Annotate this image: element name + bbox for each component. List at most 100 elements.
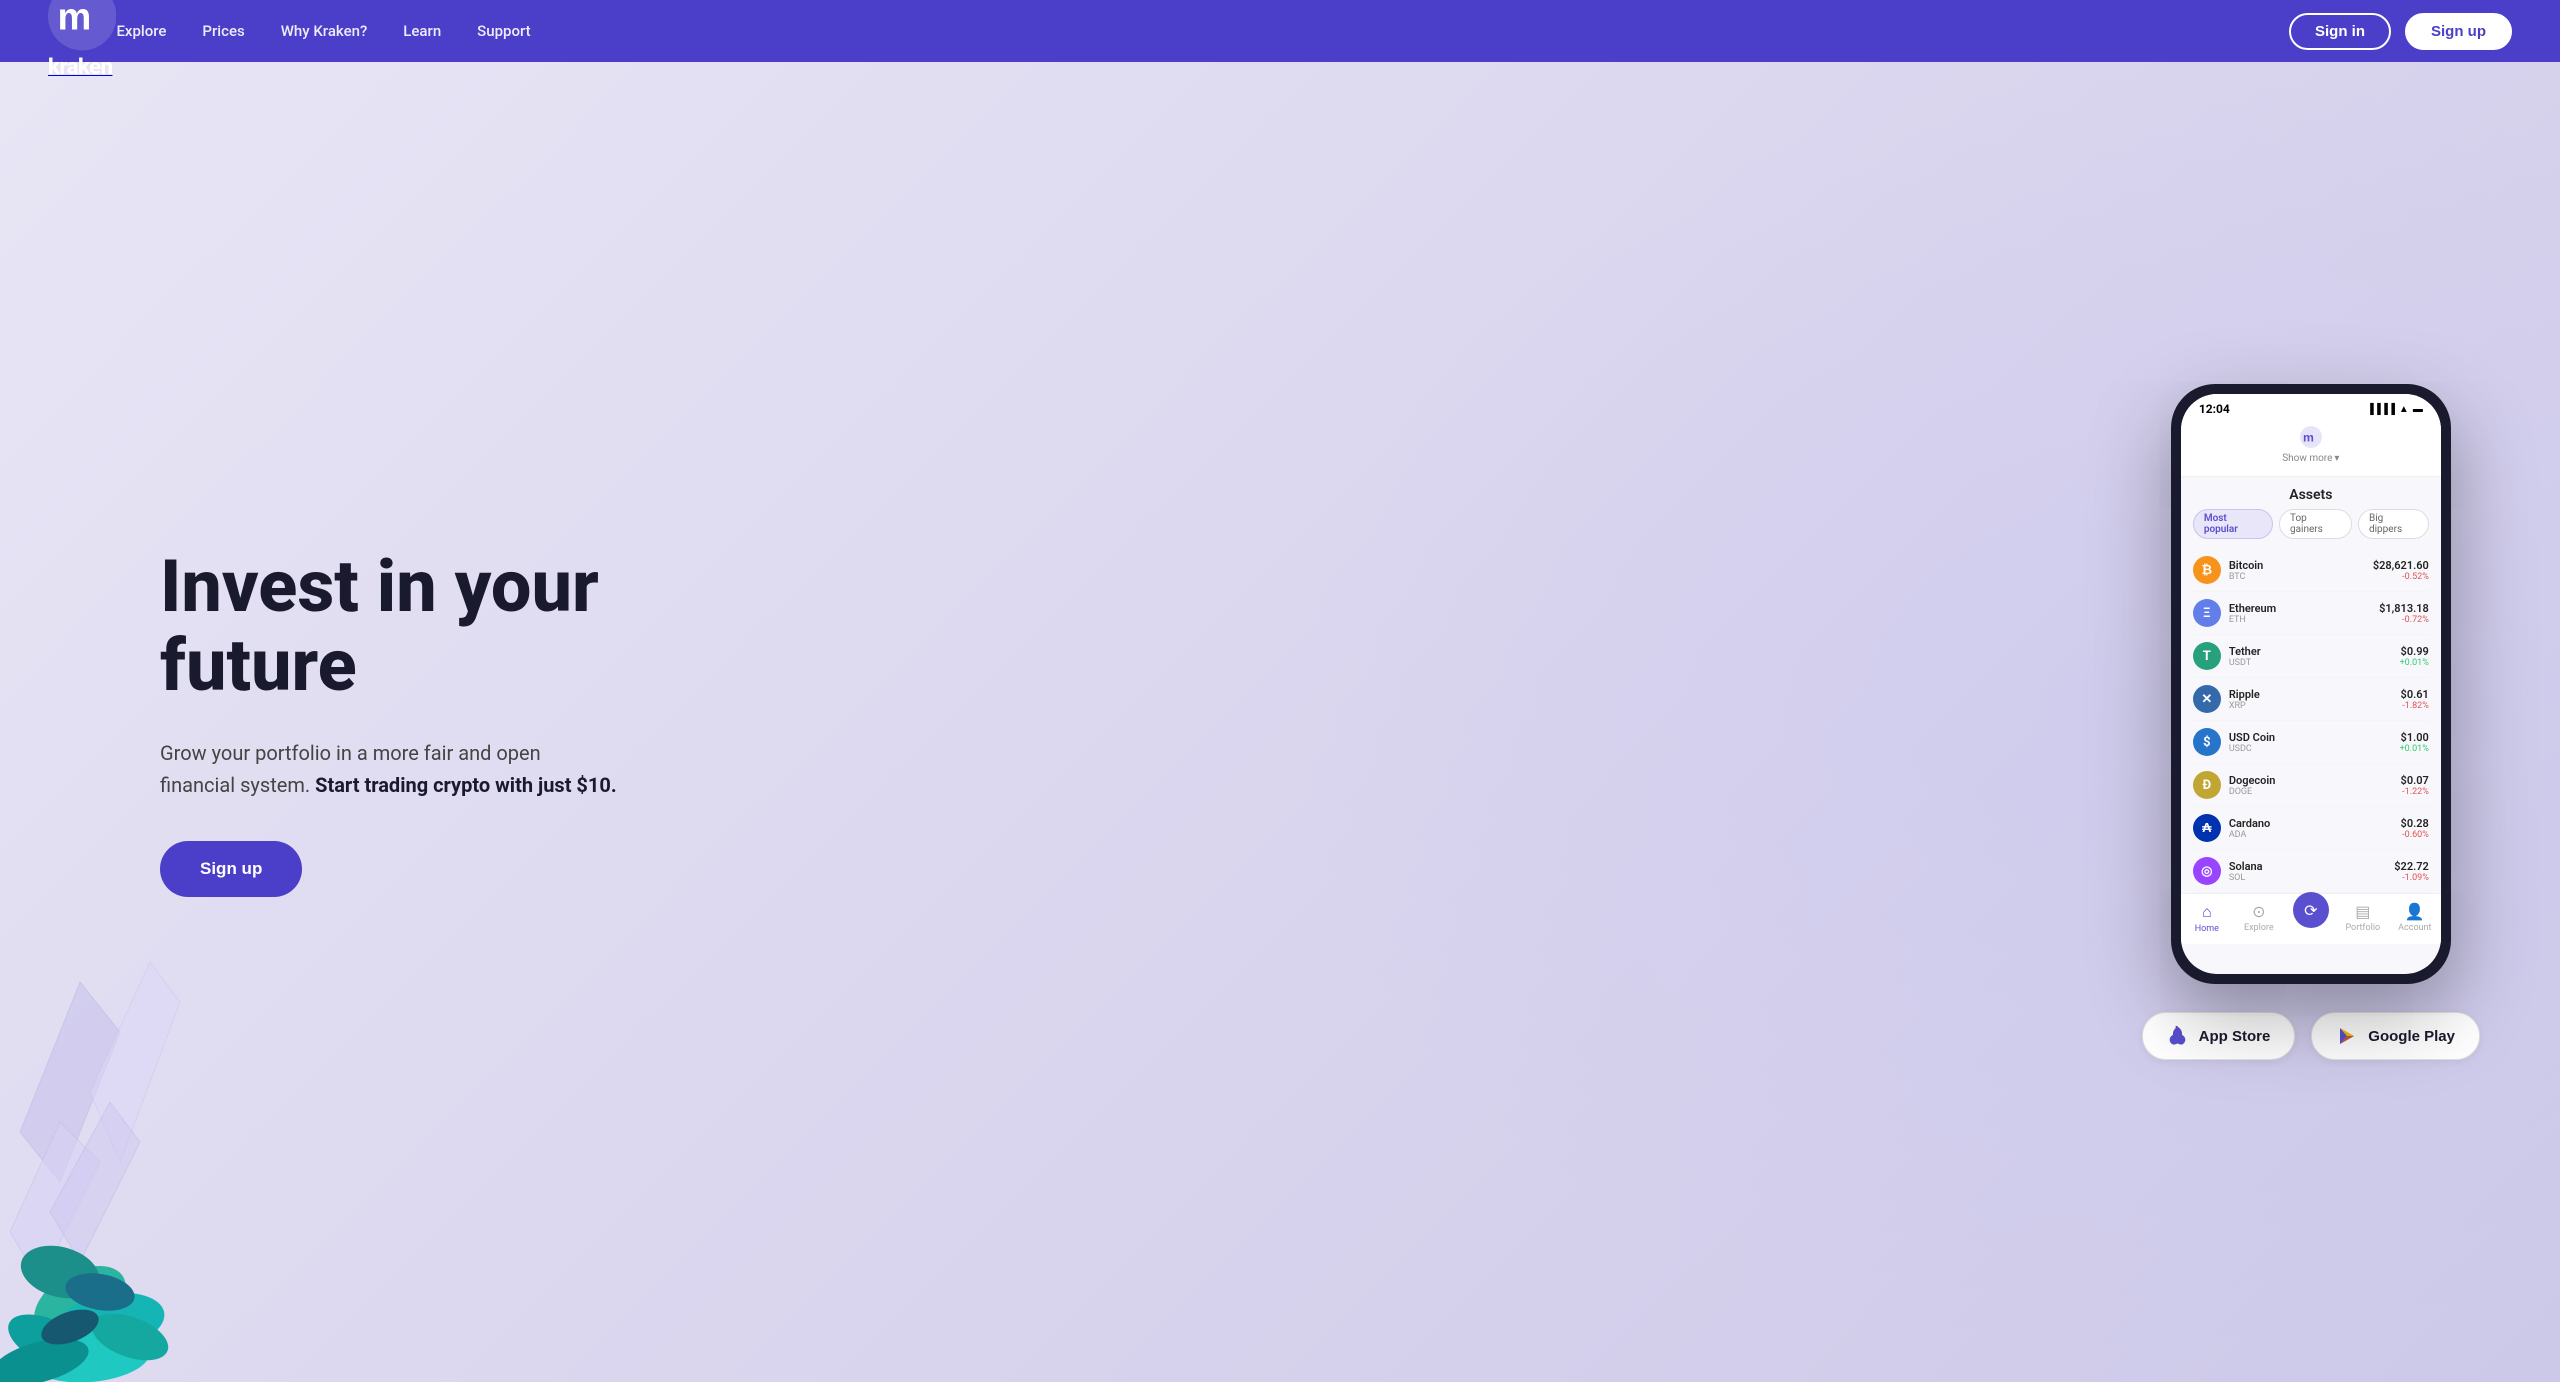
asset-symbol: XRP xyxy=(2229,701,2401,711)
nav-why-kraken[interactable]: Why Kraken? xyxy=(281,22,368,40)
store-buttons: App Store Google Play xyxy=(2142,1012,2480,1060)
asset-icon: T xyxy=(2193,642,2221,670)
hero-content: Invest in your future Grow your portfoli… xyxy=(160,547,740,897)
asset-price: $22.72 -1.09% xyxy=(2394,860,2429,883)
tab-big-dippers[interactable]: Big dippers xyxy=(2358,509,2429,539)
asset-info: Dogecoin DOGE xyxy=(2229,774,2401,797)
phone-mockup: 12:04 ▐▐▐▐ ▲ ▬ m Show more ▾ xyxy=(2171,384,2451,984)
nav-links: Explore Prices Why Kraken? Learn Support xyxy=(116,22,2289,40)
asset-row[interactable]: ₿ Bitcoin BTC $28,621.60 -0.52% xyxy=(2193,549,2429,592)
asset-row[interactable]: ✕ Ripple XRP $0.61 -1.82% xyxy=(2193,678,2429,721)
asset-icon: ₿ xyxy=(2193,556,2221,584)
asset-icon: Ð xyxy=(2193,771,2221,799)
asset-row[interactable]: Ð Dogecoin DOGE $0.07 -1.22% xyxy=(2193,764,2429,807)
signin-button[interactable]: Sign in xyxy=(2289,13,2391,50)
show-more-link[interactable]: Show more ▾ xyxy=(2181,453,2441,464)
asset-row[interactable]: Ξ Ethereum ETH $1,813.18 -0.72% xyxy=(2193,592,2429,635)
asset-name: Cardano xyxy=(2229,817,2401,830)
asset-info: USD Coin USDC xyxy=(2229,731,2400,754)
nav-support[interactable]: Support xyxy=(477,22,530,40)
asset-value: $0.61 xyxy=(2401,688,2429,701)
asset-info: Ripple XRP xyxy=(2229,688,2401,711)
battery-icon: ▬ xyxy=(2413,404,2423,415)
asset-value: $0.28 xyxy=(2401,817,2429,830)
asset-change: +0.01% xyxy=(2400,744,2429,754)
asset-row[interactable]: ◎ Solana SOL $22.72 -1.09% xyxy=(2193,850,2429,893)
tab-top-gainers[interactable]: Top gainers xyxy=(2279,509,2352,539)
asset-price: $0.99 +0.01% xyxy=(2400,645,2429,668)
asset-row[interactable]: ₳ Cardano ADA $0.28 -0.60% xyxy=(2193,807,2429,850)
apple-icon xyxy=(2167,1025,2189,1047)
phone-nav-portfolio-label: Portfolio xyxy=(2345,923,2380,933)
signup-button-hero[interactable]: Sign up xyxy=(160,841,302,897)
phone-nav-home[interactable]: ⌂ Home xyxy=(2182,902,2232,934)
chevron-down-icon: ▾ xyxy=(2334,453,2339,464)
asset-row[interactable]: $ USD Coin USDC $1.00 +0.01% xyxy=(2193,721,2429,764)
phone-nav-explore[interactable]: ⊙ Explore xyxy=(2234,902,2284,934)
home-icon: ⌂ xyxy=(2202,902,2212,922)
phone-time: 12:04 xyxy=(2199,402,2230,416)
phone-nav-account-label: Account xyxy=(2398,923,2431,933)
phone-nav-home-label: Home xyxy=(2195,924,2219,934)
svg-text:m: m xyxy=(2303,430,2314,444)
logo[interactable]: m kraken xyxy=(48,0,116,80)
explore-icon: ⊙ xyxy=(2252,902,2265,921)
tab-most-popular[interactable]: Most popular xyxy=(2193,509,2273,539)
assets-title: Assets xyxy=(2181,477,2441,509)
phone-nav-portfolio[interactable]: ▤ Portfolio xyxy=(2338,902,2388,934)
asset-symbol: USDT xyxy=(2229,658,2400,668)
phone-logo: m xyxy=(2181,426,2441,453)
wifi-icon: ▲ xyxy=(2399,404,2409,415)
asset-price: $0.61 -1.82% xyxy=(2401,688,2429,711)
trade-center-button[interactable]: ⟳ xyxy=(2293,892,2329,928)
asset-icon: ✕ xyxy=(2193,685,2221,713)
asset-change: -1.09% xyxy=(2394,873,2429,883)
asset-name: Tether xyxy=(2229,645,2400,658)
asset-name: USD Coin xyxy=(2229,731,2400,744)
hero-section: Invest in your future Grow your portfoli… xyxy=(0,62,2560,1382)
asset-info: Solana SOL xyxy=(2229,860,2394,883)
signal-icon: ▐▐▐▐ xyxy=(2367,404,2395,415)
asset-value: $22.72 xyxy=(2394,860,2429,873)
nav-explore[interactable]: Explore xyxy=(116,22,166,40)
asset-name: Dogecoin xyxy=(2229,774,2401,787)
asset-icon: Ξ xyxy=(2193,599,2221,627)
nav-prices[interactable]: Prices xyxy=(202,22,244,40)
phone-nav-account[interactable]: 👤 Account xyxy=(2390,902,2440,934)
google-play-button[interactable]: Google Play xyxy=(2311,1012,2480,1060)
asset-value: $1,813.18 xyxy=(2379,602,2429,615)
play-icon xyxy=(2336,1025,2358,1047)
phone-screen: 12:04 ▐▐▐▐ ▲ ▬ m Show more ▾ xyxy=(2181,394,2441,974)
navigation: m kraken Explore Prices Why Kraken? Lear… xyxy=(0,0,2560,62)
hero-description: Grow your portfolio in a more fair and o… xyxy=(160,737,620,801)
asset-change: +0.01% xyxy=(2400,658,2429,668)
logo-text: kraken xyxy=(48,55,112,80)
svg-text:m: m xyxy=(58,0,92,39)
account-icon: 👤 xyxy=(2405,902,2425,921)
asset-change: -1.22% xyxy=(2401,787,2429,797)
asset-name: Ethereum xyxy=(2229,602,2379,615)
asset-info: Ethereum ETH xyxy=(2229,602,2379,625)
asset-row[interactable]: T Tether USDT $0.99 +0.01% xyxy=(2193,635,2429,678)
asset-price: $1.00 +0.01% xyxy=(2400,731,2429,754)
phone-nav-explore-label: Explore xyxy=(2244,923,2274,933)
asset-icon: ◎ xyxy=(2193,857,2221,885)
app-store-button[interactable]: App Store xyxy=(2142,1012,2296,1060)
asset-price: $0.28 -0.60% xyxy=(2401,817,2429,840)
asset-change: -0.60% xyxy=(2401,830,2429,840)
phone-container: 12:04 ▐▐▐▐ ▲ ▬ m Show more ▾ xyxy=(2142,384,2480,1060)
google-play-label: Google Play xyxy=(2368,1028,2455,1045)
asset-symbol: ADA xyxy=(2229,830,2401,840)
phone-nav-trade[interactable]: ⟳ xyxy=(2286,902,2336,934)
hero-title: Invest in your future xyxy=(160,547,740,705)
asset-symbol: BTC xyxy=(2229,572,2373,582)
asset-info: Cardano ADA xyxy=(2229,817,2401,840)
nav-learn[interactable]: Learn xyxy=(403,22,441,40)
signup-button-nav[interactable]: Sign up xyxy=(2405,13,2512,50)
portfolio-icon: ▤ xyxy=(2355,902,2370,921)
asset-value: $28,621.60 xyxy=(2373,559,2429,572)
phone-app-header: m Show more ▾ xyxy=(2181,420,2441,477)
nav-actions: Sign in Sign up xyxy=(2289,13,2512,50)
status-icons: ▐▐▐▐ ▲ ▬ xyxy=(2367,404,2423,415)
app-store-label: App Store xyxy=(2199,1028,2271,1045)
